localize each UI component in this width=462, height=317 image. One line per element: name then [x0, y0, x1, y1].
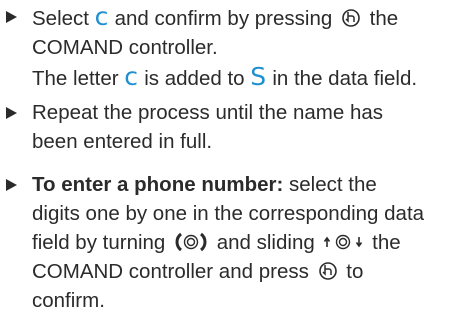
- instruction-page: Select c and confirm by pressing the COM…: [0, 0, 462, 317]
- step-line: field by turning and sliding the: [32, 231, 401, 254]
- step-select-letter: Select c and confirm by pressing the COM…: [0, 2, 458, 93]
- controller-press-icon: [318, 262, 337, 280]
- step-line: Repeat the process until the name has: [32, 101, 383, 124]
- bullet-triangle-icon: [6, 179, 17, 191]
- step-line: COMAND controller.: [32, 36, 218, 59]
- controller-press-icon: [342, 9, 360, 27]
- step-line: digits one by one in the corresponding d…: [32, 202, 425, 225]
- step-line: The letter c is added to S in the data f…: [32, 62, 418, 91]
- bullet-triangle-icon: [6, 107, 17, 119]
- letter-s-symbol: S: [250, 62, 267, 91]
- step-line: been entered in full.: [32, 130, 213, 153]
- controller-slide-up-down-icon: [324, 234, 363, 250]
- step-repeat: Repeat the process until the name has be…: [0, 98, 458, 156]
- step-line: confirm.: [32, 289, 105, 312]
- step-phone-number: To enter a phone number: select the digi…: [0, 170, 458, 315]
- bullet-triangle-icon: [6, 11, 17, 23]
- step-line: COMAND controller and press to: [32, 260, 364, 283]
- letter-c-symbol: c: [124, 62, 139, 91]
- controller-turn-icon: [175, 232, 207, 252]
- step-line: To enter a phone number: select the: [32, 173, 377, 196]
- phone-number-heading: To enter a phone number:: [32, 173, 284, 196]
- letter-c-symbol: c: [94, 2, 109, 31]
- step-line: Select c and confirm by pressing the: [32, 2, 399, 31]
